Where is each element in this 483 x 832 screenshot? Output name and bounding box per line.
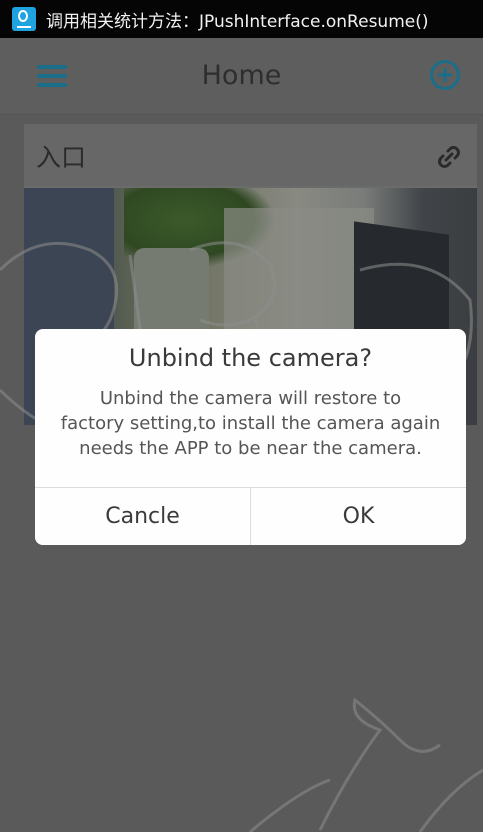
cancel-button[interactable]: Cancle <box>35 488 250 545</box>
ok-button[interactable]: OK <box>251 488 466 545</box>
hamburger-menu-icon[interactable] <box>37 65 67 87</box>
unbind-camera-dialog: Unbind the camera? Unbind the camera wil… <box>35 329 466 545</box>
status-text: 调用相关统计方法：JPushInterface.onResume() <box>46 11 429 32</box>
dialog-message: Unbind the camera will restore to factor… <box>47 386 454 461</box>
app-header: Home <box>0 38 483 115</box>
card-header: 入口 <box>24 124 477 186</box>
link-icon[interactable] <box>436 144 462 170</box>
card-title: 入口 <box>36 143 87 172</box>
dialog-message-line: Unbind the camera will restore to <box>99 388 402 409</box>
notification-icon <box>12 7 36 31</box>
page-title: Home <box>201 60 282 91</box>
status-bar: 调用相关统计方法：JPushInterface.onResume() <box>0 0 483 38</box>
dialog-title: Unbind the camera? <box>128 344 373 372</box>
dialog-message-line: factory setting,to install the camera ag… <box>60 413 441 434</box>
dialog-message-line: needs the APP to be near the camera. <box>79 438 422 459</box>
add-circle-icon[interactable] <box>430 60 460 90</box>
